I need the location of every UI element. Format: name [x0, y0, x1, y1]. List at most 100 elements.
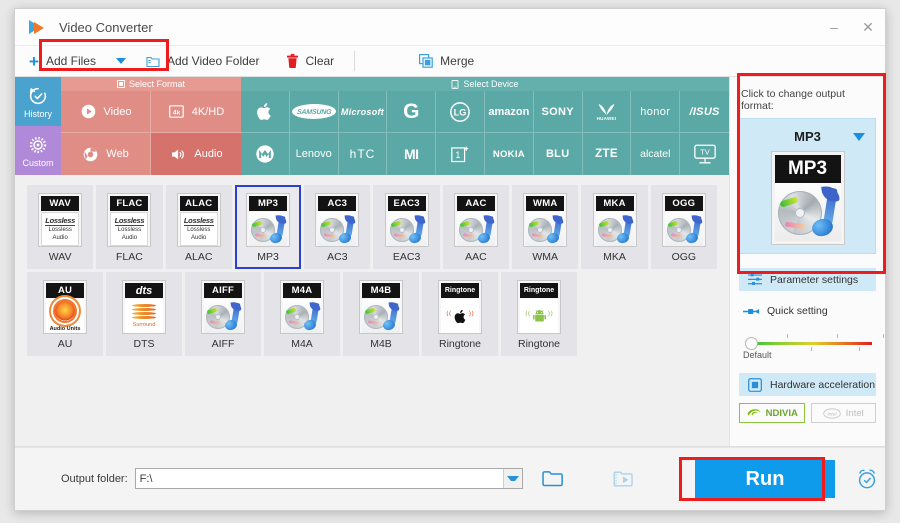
hardware-acceleration-button[interactable]: Hardware acceleration [739, 373, 876, 396]
format-tile-alac[interactable]: ALAC Lossless Lossless Audio ALAC [165, 185, 232, 269]
alcatel-wordmark: alcatel [640, 148, 671, 160]
format-tile-ringtone-ios[interactable]: Ringtone ⁽⁽ ⁾⁾ Ringtone [422, 272, 498, 356]
format-tile-m4a[interactable]: M4A M4A [264, 272, 340, 356]
format-tile-wma[interactable]: WMA WMA [512, 185, 579, 269]
category-video[interactable]: Video [61, 91, 151, 133]
format-label: ALAC [185, 251, 213, 263]
add-files-dropdown-button[interactable] [110, 46, 132, 76]
device-brand-lenovo[interactable]: Lenovo [290, 133, 339, 175]
device-brand-samsung[interactable]: SAMSUNG [289, 91, 339, 133]
device-brand-zte[interactable]: ZTE [583, 133, 632, 175]
hardware-acceleration-label: Hardware acceleration [770, 378, 876, 391]
format-tile-mka[interactable]: MKA MKA [581, 185, 648, 269]
device-brand-apple[interactable] [241, 91, 290, 133]
format-label: DTS [133, 338, 155, 350]
run-button[interactable]: Run [695, 460, 835, 498]
format-tile-aac[interactable]: AAC AAC [442, 185, 510, 269]
ogg-tag: OGG [664, 196, 703, 211]
merge-icon [419, 54, 433, 68]
format-tile-ac3[interactable]: AC3 AC3 [304, 185, 371, 269]
au-sub-label: Audio Units [49, 325, 81, 332]
intel-accel-button[interactable]: intel Intel [810, 403, 876, 423]
device-brand-blu[interactable]: BLU [534, 133, 583, 175]
clear-button[interactable]: Clear [273, 46, 348, 76]
quality-slider[interactable]: Default [741, 331, 884, 361]
output-format-selector[interactable]: MP3 MP3 [739, 118, 876, 254]
wave-left-icon: ⁽⁽ [446, 309, 452, 322]
blu-wordmark: BLU [545, 148, 570, 160]
device-brand-microsoft[interactable]: Microsoft [338, 91, 388, 133]
alarm-clock-button[interactable] [855, 467, 879, 496]
format-tile-eac3[interactable]: EAC3 EAC3 [373, 185, 440, 269]
device-brand-honor[interactable]: honor [631, 91, 681, 133]
add-files-button[interactable]: + Add Files [15, 46, 110, 76]
huawei-wordmark: HUAWEI [596, 115, 617, 121]
sidebar-item-history[interactable]: History [15, 77, 61, 126]
format-tile-mp3[interactable]: MP3 MP3 [234, 185, 302, 269]
wma-tag: WMA [526, 196, 565, 211]
open-output-button[interactable] [609, 465, 637, 493]
aac-icon: AAC [453, 193, 498, 247]
sliders-icon [748, 273, 762, 285]
slider-handle[interactable] [745, 337, 758, 350]
sidebar-item-custom[interactable]: Custom [15, 126, 61, 175]
category-web[interactable]: Web [61, 133, 151, 175]
device-brand-amazon[interactable]: amazon [484, 91, 534, 133]
motorola-icon [256, 145, 274, 163]
add-video-folder-button[interactable]: Add Video Folder [132, 46, 274, 76]
title-bar: Video Converter – ✕ [15, 9, 885, 45]
format-tile-aiff[interactable]: AIFF AIFF [185, 272, 261, 356]
lossless-line1: Lossless [117, 226, 142, 233]
format-label: MP3 [257, 251, 279, 263]
slider-caption: Default [743, 350, 772, 360]
device-brand-google[interactable]: G [387, 91, 437, 133]
format-tile-wav[interactable]: WAV Lossless Lossless Audio WAV [27, 185, 94, 269]
flac-tag: FLAC [110, 196, 149, 211]
sony-wordmark: SONY [541, 105, 574, 118]
device-brand-huawei[interactable]: HUAWEI [582, 91, 632, 133]
format-label: AAC [465, 251, 487, 263]
format-row-2: AU Audio Units AU dts Surround DTS AIFF … [27, 272, 717, 356]
app-window: Video Converter – ✕ + Add Files Add Vide… [14, 8, 886, 511]
category-4khd[interactable]: 4k 4K/HD [151, 91, 241, 133]
device-brand-mi[interactable]: MI [387, 133, 437, 175]
minimize-button[interactable]: – [817, 12, 851, 42]
intel-label: Intel [845, 407, 864, 419]
svg-text:4k: 4k [173, 109, 181, 116]
close-button[interactable]: ✕ [851, 12, 885, 42]
format-tile-flac[interactable]: FLAC Lossless Lossless Audio FLAC [96, 185, 163, 269]
device-brand-asus[interactable]: /ISUS [680, 91, 729, 133]
device-brand-lg[interactable]: LG [436, 91, 485, 133]
format-tile-ringtone-android[interactable]: Ringtone ⁽⁽ ⁾⁾ Ringtone [501, 272, 577, 356]
output-folder-dropdown[interactable] [502, 469, 522, 488]
category-audio[interactable]: Audio [151, 133, 241, 175]
device-brand-motorola[interactable] [241, 133, 290, 175]
format-tile-dts[interactable]: dts Surround DTS [106, 272, 182, 356]
format-tile-au[interactable]: AU Audio Units AU [27, 272, 103, 356]
au-tag: AU [46, 283, 84, 298]
format-header-icon [117, 80, 125, 88]
alarm-clock-icon [858, 469, 876, 489]
device-brand-htc[interactable]: hTC [339, 133, 388, 175]
format-tile-ogg[interactable]: OGG OGG [650, 185, 717, 269]
format-label: EAC3 [392, 251, 421, 263]
merge-button[interactable]: Merge [405, 46, 488, 76]
quick-setting-row[interactable]: Quick setting [743, 305, 876, 317]
device-brand-alcatel[interactable]: alcatel [631, 133, 681, 175]
device-brand-tv[interactable]: TV [680, 133, 729, 175]
output-folder-input[interactable]: F:\ [134, 468, 523, 489]
chevron-down-icon[interactable] [853, 133, 865, 141]
trash-icon [287, 54, 299, 68]
parameter-settings-button[interactable]: Parameter settings [739, 268, 876, 291]
nvidia-accel-button[interactable]: NDIVIA [739, 403, 805, 423]
wma-icon: WMA [523, 193, 568, 247]
device-brand-nokia[interactable]: NOKIA [485, 133, 534, 175]
format-tile-m4b[interactable]: M4B M4B [343, 272, 419, 356]
device-brand-sony[interactable]: SONY [533, 91, 583, 133]
android-icon [532, 310, 546, 322]
device-brand-oneplus[interactable]: 1 [436, 133, 485, 175]
mka-icon: MKA [592, 193, 637, 247]
window-controls: – ✕ [817, 9, 885, 45]
ringtone-android-icon: Ringtone ⁽⁽ ⁾⁾ [517, 280, 561, 334]
browse-folder-button[interactable] [539, 465, 567, 493]
